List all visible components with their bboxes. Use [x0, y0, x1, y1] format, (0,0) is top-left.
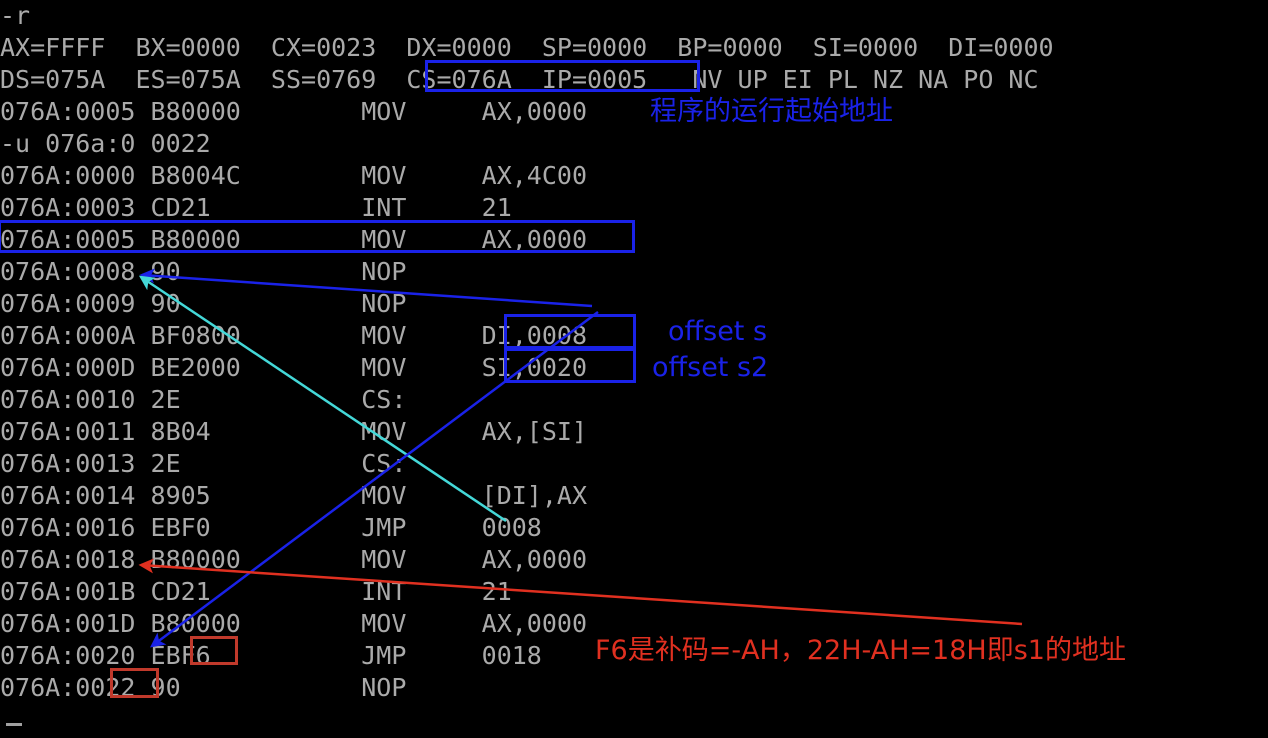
terminal-line: 076A:0016 EBF0 JMP 0008: [0, 513, 542, 542]
terminal-line: 076A:000A BF0800 MOV DI,0008: [0, 321, 587, 350]
terminal-line: 076A:0000 B8004C MOV AX,4C00: [0, 161, 587, 190]
terminal-line: 076A:0018 B80000 MOV AX,0000: [0, 545, 587, 574]
terminal-line: -u 076a:0 0022: [0, 129, 211, 158]
terminal-line: 076A:0014 8905 MOV [DI],AX: [0, 481, 587, 510]
terminal-console[interactable]: -r AX=FFFF BX=0000 CX=0023 DX=0000 SP=000…: [0, 0, 1268, 738]
terminal-line: DS=075A ES=075A SS=0769 CS=076A IP=0005 …: [0, 65, 1039, 94]
terminal-line: 076A:001B CD21 INT 21: [0, 577, 512, 606]
terminal-line: AX=FFFF BX=0000 CX=0023 DX=0000 SP=0000 …: [0, 33, 1054, 62]
terminal-line: 076A:0011 8B04 MOV AX,[SI]: [0, 417, 587, 446]
terminal-line: 076A:0008 90 NOP: [0, 257, 407, 286]
terminal-line: 076A:0013 2E CS:: [0, 449, 407, 478]
terminal-line: -r: [0, 1, 31, 30]
terminal-line: 076A:0005 B80000 MOV AX,0000: [0, 225, 587, 254]
terminal-cursor: [6, 723, 22, 726]
terminal-line: 076A:0022 90 NOP: [0, 673, 407, 702]
terminal-line: 076A:0003 CD21 INT 21: [0, 193, 512, 222]
terminal-line: 076A:0020 EBF6 JMP 0018: [0, 641, 542, 670]
terminal-line: 076A:0010 2E CS:: [0, 385, 407, 414]
window-bottom-edge: [0, 728, 1268, 738]
terminal-line: 076A:0009 90 NOP: [0, 289, 407, 318]
terminal-line: 076A:000D BE2000 MOV SI,0020: [0, 353, 587, 382]
dos-debug-terminal-screenshot: -r AX=FFFF BX=0000 CX=0023 DX=0000 SP=000…: [0, 0, 1268, 738]
terminal-line: 076A:0005 B80000 MOV AX,0000: [0, 97, 587, 126]
terminal-line: 076A:001D B80000 MOV AX,0000: [0, 609, 587, 638]
